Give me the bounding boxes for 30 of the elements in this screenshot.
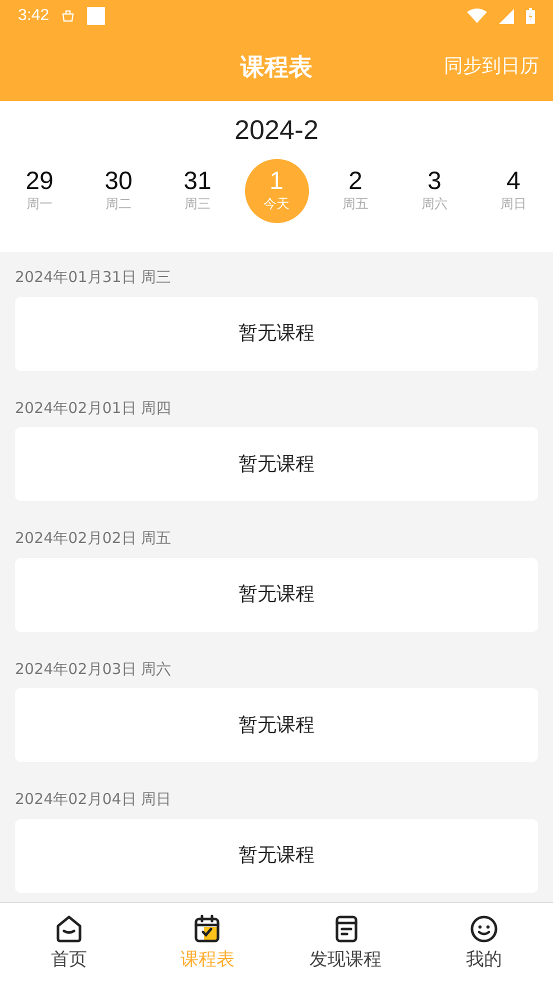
date-heading: 2024年01月31日 周三 [15, 267, 172, 288]
date-heading: 2024年02月03日 周六 [15, 658, 172, 680]
date-heading: 2024年02月01日 周四 [15, 398, 172, 418]
day-item[interactable]: 30 周二 [86, 159, 150, 223]
nav-tab[interactable]: 首页 [0, 903, 138, 984]
day-item[interactable]: 3 周六 [402, 159, 466, 223]
day-item[interactable]: 31 周三 [166, 159, 230, 223]
empty-message: 暂无课程 [238, 582, 314, 608]
status-time: 3:42 [18, 6, 50, 26]
day-item[interactable]: 4 周日 [482, 159, 546, 223]
date-heading: 2024年02月04日 周日 [15, 789, 172, 810]
empty-message: 暂无课程 [238, 843, 314, 868]
calendar-check-icon [192, 914, 222, 944]
day-item[interactable]: 29 周一 [8, 159, 72, 223]
empty-message: 暂无课程 [238, 452, 314, 477]
home-icon [54, 914, 84, 944]
date-heading: 2024年02月02日 周五 [15, 528, 172, 549]
day-item[interactable]: 2 周五 [324, 159, 388, 223]
bag-icon [61, 9, 76, 23]
smiley-icon [468, 914, 499, 944]
nav-tab[interactable]: 发现课程 [276, 903, 415, 984]
month-title: 2024-2 [234, 114, 319, 147]
signal-icon [499, 8, 514, 24]
battery-icon [526, 8, 535, 24]
empty-message: 暂无课程 [238, 321, 314, 346]
wifi-icon [467, 8, 487, 24]
square-icon [87, 7, 106, 25]
nav-tab[interactable]: 我的 [414, 903, 553, 984]
page-title: 课程表 [240, 52, 312, 82]
empty-message: 暂无课程 [238, 712, 314, 738]
